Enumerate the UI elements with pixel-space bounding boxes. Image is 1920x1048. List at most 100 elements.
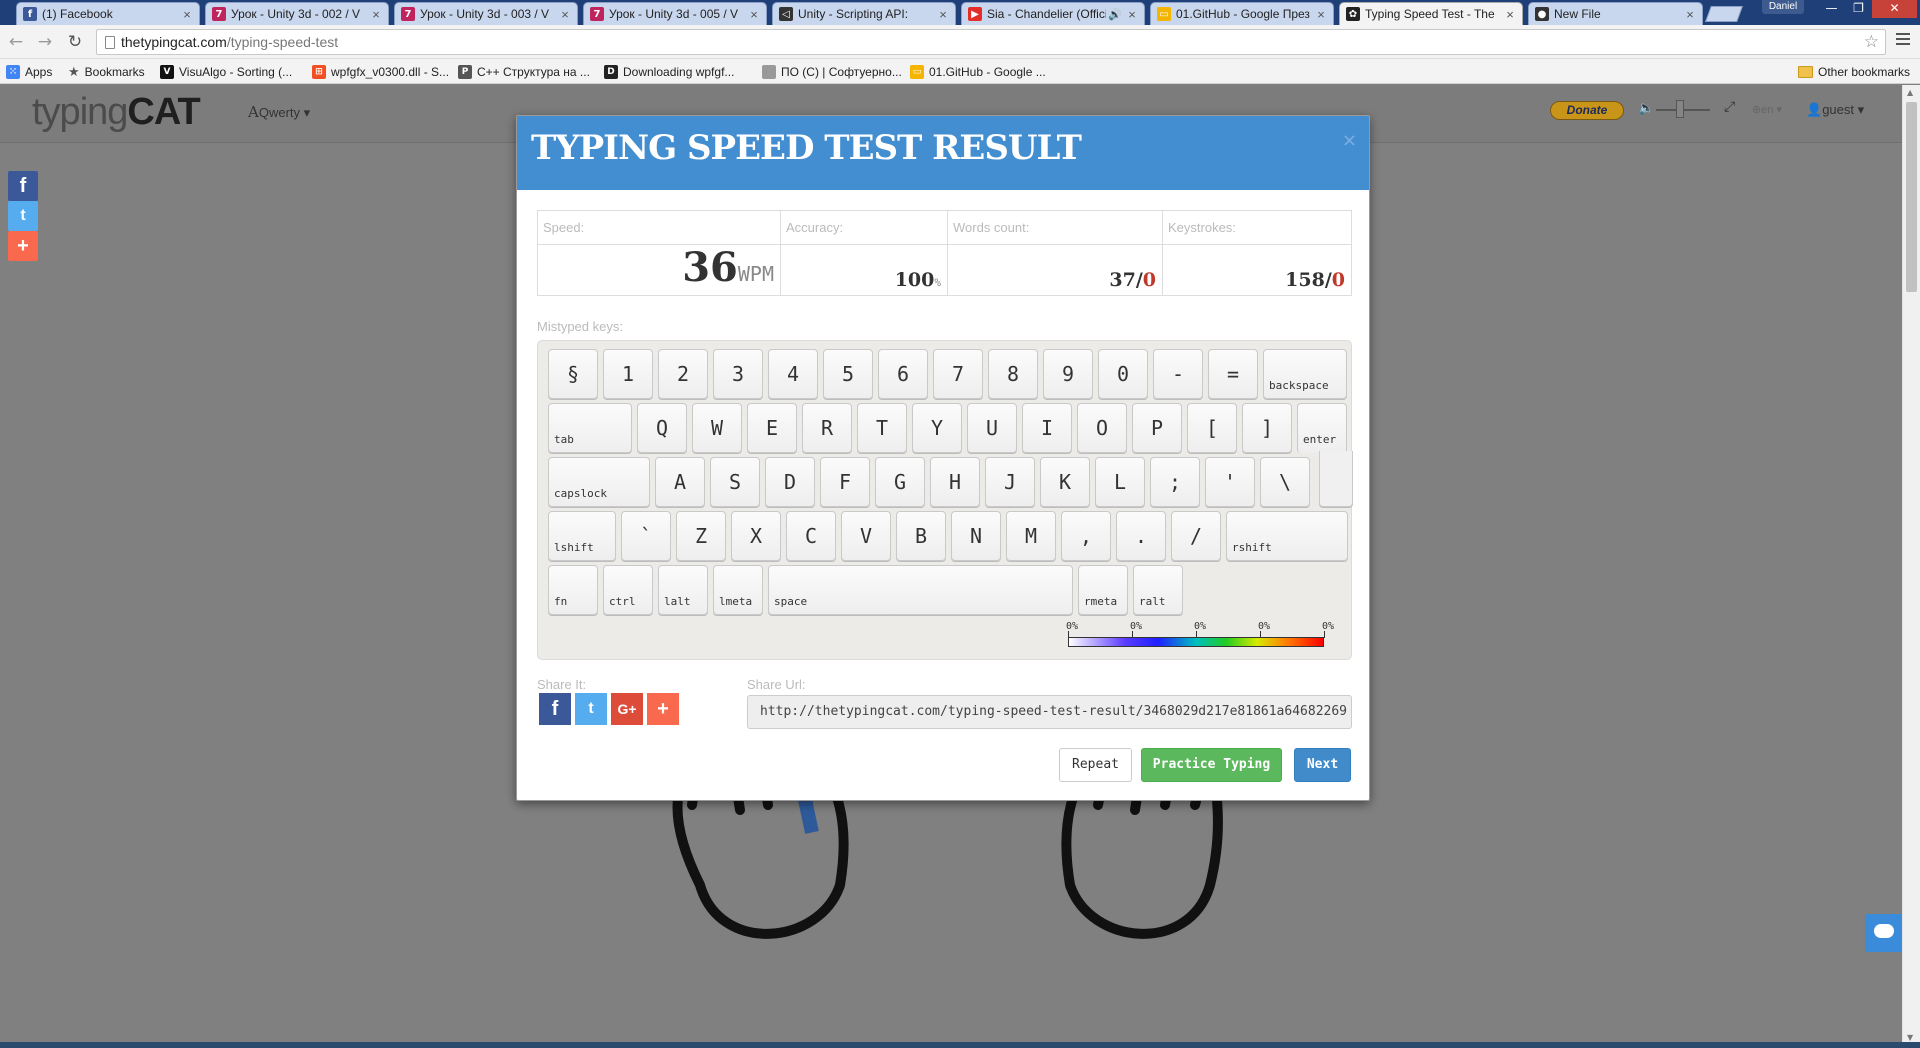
keystrokes-value: 158/0 xyxy=(1285,269,1345,291)
browser-tab[interactable]: ● New File × xyxy=(1528,2,1703,25)
speaker-icon[interactable]: 🔊 xyxy=(1108,8,1122,21)
visualgo-icon: V xyxy=(160,65,174,79)
keyboard-key: ' xyxy=(1205,457,1255,507)
new-tab-button[interactable] xyxy=(1705,6,1743,22)
tab-close-icon[interactable]: × xyxy=(559,7,571,22)
words-count-label: Words count: xyxy=(948,211,1162,245)
bookmark-item[interactable]: ⁙ Apps xyxy=(6,63,52,81)
accuracy-stat: Accuracy: 100% xyxy=(781,211,948,295)
keyboard-key: / xyxy=(1171,511,1221,561)
legend-tick-mark xyxy=(1132,631,1133,638)
speed-stat: Speed: 36WPM xyxy=(538,211,781,295)
keyboard-key: Z xyxy=(676,511,726,561)
reload-icon[interactable]: ↻ xyxy=(64,31,86,53)
enter-key: enter xyxy=(1297,403,1347,453)
tab-close-icon[interactable]: × xyxy=(370,7,382,22)
tab-close-icon[interactable]: × xyxy=(937,7,949,22)
keyboard-key: ` xyxy=(621,511,671,561)
legend-tick-mark xyxy=(1260,631,1261,638)
close-icon[interactable]: × xyxy=(1342,130,1357,151)
keyboard-key: B xyxy=(896,511,946,561)
bookmark-item[interactable]: P C++ Структура на ... xyxy=(458,63,590,81)
tab-close-icon[interactable]: × xyxy=(1684,7,1696,22)
forward-icon[interactable]: → xyxy=(34,31,56,53)
keyboard-key: V xyxy=(841,511,891,561)
bookmark-star-icon[interactable]: ☆ xyxy=(1864,32,1879,52)
keyboard-key: C xyxy=(786,511,836,561)
tab-title: Typing Speed Test - The xyxy=(1365,7,1495,21)
practice-typing-button[interactable]: Practice Typing xyxy=(1141,748,1282,782)
next-button[interactable]: Next xyxy=(1294,748,1351,782)
unity-lesson-icon: 7 xyxy=(212,7,226,21)
keyboard-key: U xyxy=(967,403,1017,453)
back-icon[interactable]: ← xyxy=(5,31,27,53)
page-icon xyxy=(105,36,115,49)
bookmark-item[interactable]: ⊞ wpfgfx_v0300.dll - S... xyxy=(312,63,449,81)
tab-close-icon[interactable]: × xyxy=(1315,7,1327,22)
keyboard-key: 9 xyxy=(1043,349,1093,399)
legend-tick-mark xyxy=(1324,631,1325,638)
facebook-share-icon[interactable]: f xyxy=(539,693,571,725)
browser-tab[interactable]: ✿ Typing Speed Test - The × xyxy=(1339,2,1523,25)
address-bar[interactable]: thetypingcat.com/typing-speed-test ☆ xyxy=(96,29,1886,55)
keyboard-key: F xyxy=(820,457,870,507)
unity-lesson-icon: 7 xyxy=(590,7,604,21)
tab-title: Sia - Chandelier (Offici xyxy=(987,7,1107,21)
scroll-down-icon[interactable]: ▼ xyxy=(1907,1033,1913,1042)
keyboard-key: I xyxy=(1022,403,1072,453)
scroll-up-icon[interactable]: ▲ xyxy=(1907,88,1913,97)
p-icon: P xyxy=(458,65,472,79)
window-close-icon[interactable]: ✕ xyxy=(1872,0,1917,18)
addthis-share-icon[interactable]: + xyxy=(647,693,679,725)
accuracy-value: 100% xyxy=(894,269,941,291)
chrome-menu-icon[interactable] xyxy=(1896,33,1910,47)
windows-taskbar xyxy=(0,1042,1920,1048)
keyboard-key: D xyxy=(765,457,815,507)
modal-header: TYPING SPEED TEST RESULT × xyxy=(517,116,1369,190)
tab-key: tab xyxy=(548,403,632,453)
tab-close-icon[interactable]: × xyxy=(1126,7,1138,22)
profile-button[interactable]: Daniel xyxy=(1762,0,1804,14)
browser-tab[interactable]: 7 Урок - Unity 3d - 002 / V × xyxy=(205,2,389,25)
keyboard-key: H xyxy=(930,457,980,507)
keyboard-key: - xyxy=(1153,349,1203,399)
twitter-share-icon[interactable]: t xyxy=(575,693,607,725)
browser-tab[interactable]: f (1) Facebook × xyxy=(16,2,200,25)
rshift-key: rshift xyxy=(1226,511,1348,561)
scrollbar-thumb[interactable] xyxy=(1906,102,1917,292)
page-scrollbar[interactable]: ▲ ▼ xyxy=(1902,85,1920,1048)
bookmark-item[interactable]: D Downloading wpfgf... xyxy=(604,63,734,81)
browser-tab[interactable]: ▭ 01.GitHub - Google През × xyxy=(1150,2,1334,25)
keyboard-key: ] xyxy=(1242,403,1292,453)
bookmark-item[interactable]: V VisuAlgo - Sorting (... xyxy=(160,63,292,81)
bookmark-item[interactable]: ▭ 01.GitHub - Google ... xyxy=(910,63,1046,81)
paw-icon: ✿ xyxy=(1346,7,1360,21)
browser-tab[interactable]: ▶ Sia - Chandelier (Offici 🔊 × xyxy=(961,2,1145,25)
browser-tab[interactable]: 7 Урок - Unity 3d - 003 / V × xyxy=(394,2,578,25)
space-key: space xyxy=(768,565,1073,615)
share-url-field[interactable]: http://thetypingcat.com/typing-speed-tes… xyxy=(747,695,1352,729)
browser-tab[interactable]: ◁ Unity - Scripting API: × xyxy=(772,2,956,25)
bookmark-item[interactable]: ПО (С) | Софтуерно... xyxy=(762,63,902,81)
keyboard-key: K xyxy=(1040,457,1090,507)
other-bookmarks[interactable]: Other bookmarks xyxy=(1798,63,1910,81)
keyboard-key: W xyxy=(692,403,742,453)
tab-close-icon[interactable]: × xyxy=(1504,7,1516,22)
browser-tab[interactable]: 7 Урок - Unity 3d - 005 / V × xyxy=(583,2,767,25)
minimize-icon[interactable]: — xyxy=(1818,0,1845,18)
google-plus-share-icon[interactable]: G+ xyxy=(611,693,643,725)
chat-bubble-icon[interactable] xyxy=(1865,914,1902,952)
keyboard-key: ; xyxy=(1150,457,1200,507)
speed-label: Speed: xyxy=(538,211,780,245)
keyboard-key: J xyxy=(985,457,1035,507)
bookmark-item[interactable]: ★ Bookmarks xyxy=(68,63,145,81)
lalt-key: lalt xyxy=(658,565,708,615)
tab-close-icon[interactable]: × xyxy=(748,7,760,22)
legend-gradient xyxy=(1068,637,1324,647)
stats-table: Speed: 36WPM Accuracy: 100% Words count:… xyxy=(537,210,1352,296)
ralt-key: ralt xyxy=(1133,565,1183,615)
repeat-button[interactable]: Repeat xyxy=(1059,748,1132,782)
keyboard-key: G xyxy=(875,457,925,507)
restore-icon[interactable]: ❐ xyxy=(1845,0,1872,18)
tab-close-icon[interactable]: × xyxy=(181,7,193,22)
